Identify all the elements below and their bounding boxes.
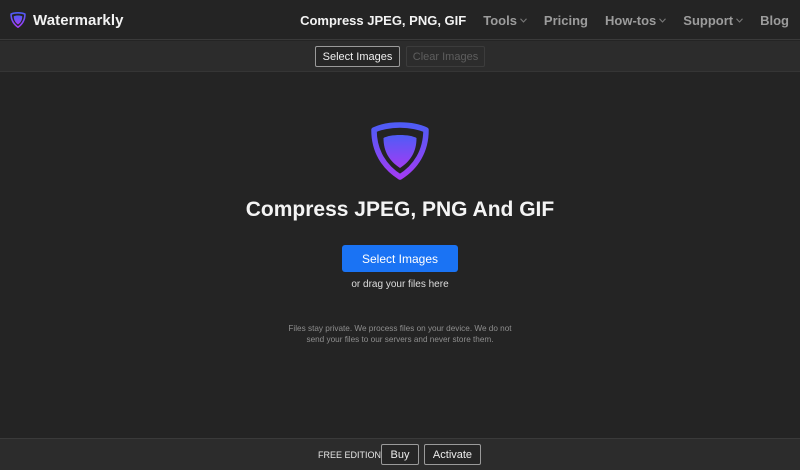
nav-item-label: Compress JPEG, PNG, GIF — [300, 12, 467, 28]
nav-item-compress[interactable]: Compress JPEG, PNG, GIF — [300, 13, 466, 28]
brand-name: Watermarkly — [33, 11, 124, 29]
chevron-down-icon — [659, 17, 667, 23]
top-navigation-bar: Watermarkly Compress JPEG, PNG, GIF Tool… — [0, 0, 800, 40]
nav-item-blog[interactable]: Blog — [760, 13, 789, 28]
toolbar-clear-images-button[interactable]: Clear Images — [406, 46, 485, 67]
select-images-button[interactable]: Select Images — [342, 245, 458, 272]
image-toolbar: Select Images Clear Images — [0, 41, 800, 72]
nav-item-support[interactable]: Support — [683, 12, 744, 28]
nav-item-tools[interactable]: Tools — [483, 13, 527, 28]
main-nav: Compress JPEG, PNG, GIF Tools Pricing Ho… — [283, 0, 789, 40]
chevron-down-icon — [736, 17, 744, 23]
nav-item-label: How-tos — [605, 12, 657, 28]
upload-area[interactable]: Compress JPEG, PNG And GIF Select Images… — [0, 72, 800, 438]
activate-button[interactable]: Activate — [424, 444, 481, 465]
drag-hint: or drag your files here — [351, 279, 449, 290]
nav-item-pricing[interactable]: Pricing — [544, 13, 588, 28]
nav-item-label: Pricing — [543, 12, 588, 28]
shield-icon — [10, 12, 26, 28]
nav-item-label: Support — [683, 12, 734, 28]
nav-item-how-tos[interactable]: How-tos — [605, 12, 667, 28]
toolbar-select-images-button[interactable]: Select Images — [315, 46, 400, 67]
buy-button[interactable]: Buy — [381, 444, 419, 465]
license-bar: FREE EDITION Buy Activate — [0, 438, 800, 470]
page-title: Compress JPEG, PNG And GIF — [245, 198, 555, 221]
chevron-down-icon — [520, 17, 527, 23]
shield-icon — [371, 122, 429, 180]
nav-item-label: Tools — [483, 12, 517, 28]
brand-link[interactable]: Watermarkly — [10, 10, 124, 30]
privacy-note: Files stay private. We process files on … — [288, 324, 512, 344]
edition-label: FREE EDITION — [318, 450, 382, 460]
nav-item-label: Blog — [760, 12, 789, 28]
